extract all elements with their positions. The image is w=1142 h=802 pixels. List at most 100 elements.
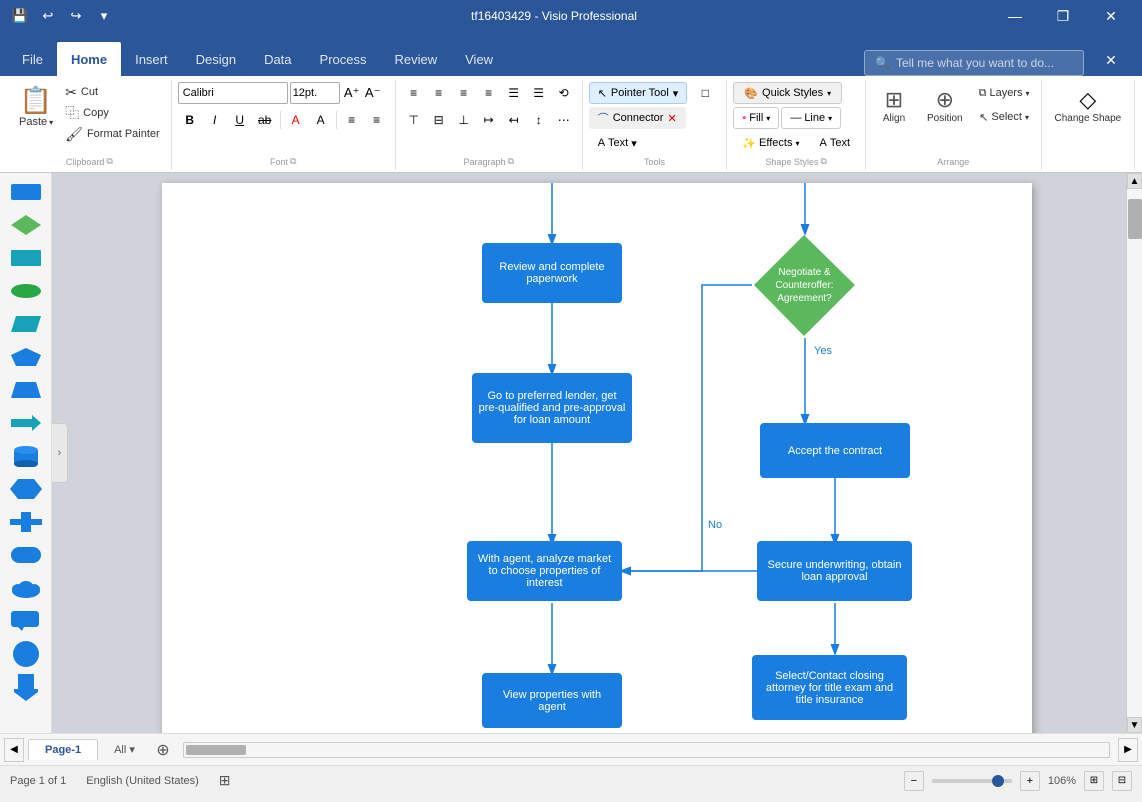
scroll-down-button[interactable]: ▼: [1127, 717, 1142, 733]
valign-top-button[interactable]: ⊤: [402, 109, 426, 131]
rectangle-tool-button[interactable]: □: [690, 82, 720, 104]
shape-item-diamond[interactable]: [6, 210, 46, 240]
position-button[interactable]: ⊕ Position: [920, 82, 970, 129]
text-more-button[interactable]: ⋯: [552, 109, 576, 131]
font-shrink-button[interactable]: A⁻: [363, 82, 383, 104]
change-shape-button[interactable]: ◇ Change Shape: [1048, 82, 1129, 129]
valign-bot-button[interactable]: ⊥: [452, 109, 476, 131]
shape-text-button[interactable]: A Text: [810, 132, 859, 154]
font-highlight-button[interactable]: A: [309, 109, 333, 131]
node-closing-attorney[interactable]: Select/Contact closing attorney for titl…: [752, 655, 907, 720]
fill-button[interactable]: ▪ Fill ▾: [733, 107, 779, 129]
fit-page-button[interactable]: ⊞: [1084, 771, 1104, 791]
quick-styles-button[interactable]: 🎨 Quick Styles ▾: [733, 82, 842, 104]
increase-indent-button[interactable]: ≡: [340, 109, 364, 131]
ribbon-search[interactable]: 🔍 Tell me what you want to do...: [864, 50, 1084, 76]
font-size-input[interactable]: [290, 82, 340, 104]
page-scroll-right-button[interactable]: ▶: [1118, 738, 1138, 762]
align-button[interactable]: ⊞ Align: [872, 82, 916, 129]
clipboard-expand-icon[interactable]: ⧉: [106, 156, 112, 167]
paragraph-expand-icon[interactable]: ⧉: [507, 156, 513, 167]
align-left-button[interactable]: ≡: [402, 82, 426, 104]
cut-button[interactable]: ✂ Cut: [60, 82, 165, 102]
shape-item-callout[interactable]: [6, 606, 46, 636]
valign-mid-button[interactable]: ⊟: [427, 109, 451, 131]
shape-item-cross[interactable]: [6, 507, 46, 537]
shape-item-trapezoid[interactable]: [6, 375, 46, 405]
shape-item-pentagon[interactable]: [6, 342, 46, 372]
tab-home[interactable]: Home: [57, 42, 121, 76]
decrease-indent-button[interactable]: ≡: [365, 109, 389, 131]
save-button[interactable]: 💾: [8, 4, 32, 28]
layers-button[interactable]: ⧉ Layers ▾: [974, 82, 1035, 104]
text-direction-button[interactable]: ⟲: [552, 82, 576, 104]
panel-expand-button[interactable]: ›: [52, 423, 68, 483]
shape-item-oval[interactable]: [6, 276, 46, 306]
text-tool-button[interactable]: A Text ▾: [589, 132, 646, 154]
zoom-slider[interactable]: [932, 779, 1012, 783]
tab-insert[interactable]: Insert: [121, 42, 182, 76]
redo-button[interactable]: ↪: [64, 4, 88, 28]
effects-button[interactable]: ✨ Effects ▾: [733, 132, 808, 154]
node-accept-contract[interactable]: Accept the contract: [760, 423, 910, 478]
page-tab-1[interactable]: Page-1: [28, 739, 98, 760]
align-right-button[interactable]: ≡: [452, 82, 476, 104]
tab-view[interactable]: View: [451, 42, 507, 76]
pointer-tool-button[interactable]: ↖ Pointer Tool ▾: [589, 82, 688, 104]
shape-item-rect-teal[interactable]: [6, 243, 46, 273]
connector-button[interactable]: ⌒ Connector ✕: [589, 107, 686, 129]
maximize-button[interactable]: ❐: [1040, 0, 1086, 32]
copy-button[interactable]: ⿻ Copy: [60, 103, 165, 123]
node-analyze-market[interactable]: With agent, analyze market to choose pro…: [467, 541, 622, 601]
bullets-button[interactable]: ☰: [502, 82, 526, 104]
shape-item-hexagon[interactable]: [6, 474, 46, 504]
close-button[interactable]: ✕: [1088, 0, 1134, 32]
tab-file[interactable]: File: [8, 42, 57, 76]
scroll-up-button[interactable]: ▲: [1127, 173, 1142, 189]
node-review-paperwork[interactable]: Review and complete paperwork: [482, 243, 622, 303]
node-view-properties[interactable]: View properties with agent: [482, 673, 622, 728]
tab-review[interactable]: Review: [381, 42, 452, 76]
add-page-button[interactable]: ⊕: [151, 738, 175, 762]
numbering-button[interactable]: ☰: [527, 82, 551, 104]
tab-data[interactable]: Data: [250, 42, 305, 76]
undo-button[interactable]: ↩: [36, 4, 60, 28]
strikethrough-button[interactable]: ab: [253, 109, 277, 131]
tab-process[interactable]: Process: [306, 42, 381, 76]
node-secure-underwriting[interactable]: Secure underwriting, obtain loan approva…: [757, 541, 912, 601]
customize-qa-button[interactable]: ▾: [92, 4, 116, 28]
tab-design[interactable]: Design: [182, 42, 250, 76]
ribbon-close-button[interactable]: ✕: [1088, 44, 1134, 76]
underline-button[interactable]: U: [228, 109, 252, 131]
format-painter-button[interactable]: 🖌 Format Painter: [60, 124, 165, 144]
shape-styles-expand-icon[interactable]: ⧉: [820, 156, 826, 167]
scroll-thumb[interactable]: [1128, 199, 1142, 239]
font-expand-icon[interactable]: ⧉: [290, 156, 296, 167]
horizontal-scrollbar[interactable]: [183, 742, 1110, 758]
zoom-in-button[interactable]: +: [1020, 771, 1040, 791]
vertical-scrollbar[interactable]: ▲ ▼: [1126, 173, 1142, 733]
node-negotiate[interactable]: Negotiate & Counteroffer: Agreement?: [752, 233, 857, 338]
paste-button[interactable]: 📋 Paste ▾: [14, 82, 58, 131]
scroll-track[interactable]: [1127, 189, 1142, 717]
shape-item-rect[interactable]: [6, 177, 46, 207]
align-justify-button[interactable]: ≡: [477, 82, 501, 104]
font-grow-button[interactable]: A⁺: [342, 82, 362, 104]
shape-item-cloud[interactable]: [6, 573, 46, 603]
font-name-input[interactable]: [178, 82, 288, 104]
shape-item-parallelogram[interactable]: [6, 309, 46, 339]
zoom-out-button[interactable]: −: [904, 771, 924, 791]
minimize-button[interactable]: —: [992, 0, 1038, 32]
ltr-button[interactable]: ↦: [477, 109, 501, 131]
rtl-button[interactable]: ↤: [502, 109, 526, 131]
page-all-button[interactable]: All ▾: [102, 739, 147, 760]
shape-item-arrow-right[interactable]: [6, 408, 46, 438]
italic-button[interactable]: I: [203, 109, 227, 131]
line-spacing-button[interactable]: ↕: [527, 109, 551, 131]
font-color-button[interactable]: A: [284, 109, 308, 131]
h-scroll-thumb[interactable]: [186, 745, 246, 755]
page-scroll-left-button[interactable]: ◀: [4, 738, 24, 762]
fit-width-button[interactable]: ⊟: [1112, 771, 1132, 791]
shape-item-circle[interactable]: [6, 639, 46, 669]
line-button[interactable]: — Line ▾: [781, 107, 841, 129]
